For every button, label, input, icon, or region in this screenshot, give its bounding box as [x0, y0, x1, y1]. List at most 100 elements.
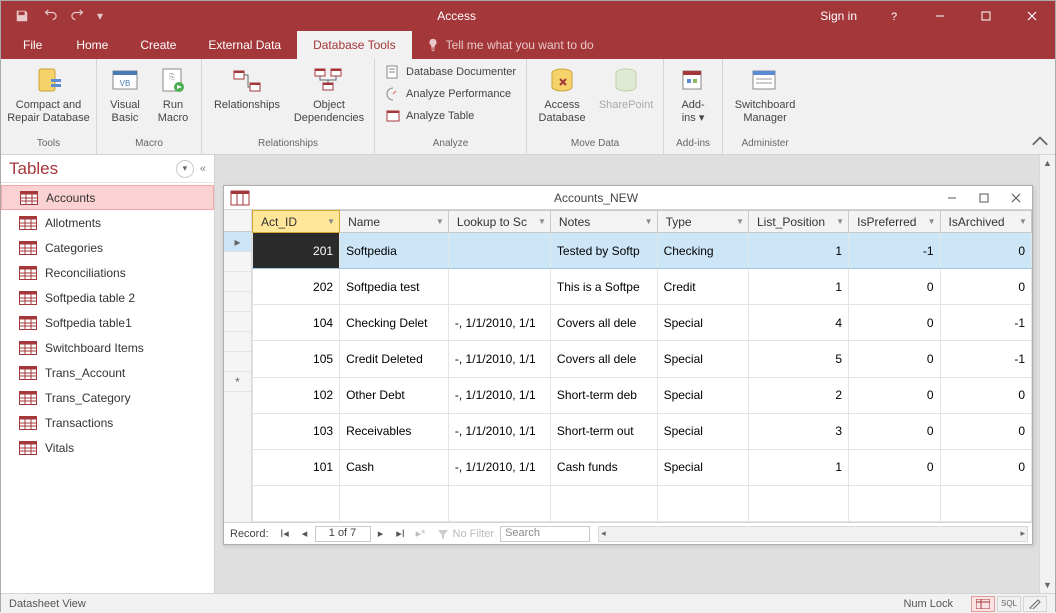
cell[interactable]	[849, 485, 940, 521]
sharepoint-button[interactable]: SharePoint	[595, 61, 657, 112]
column-dropdown-icon[interactable]: ▼	[834, 215, 846, 227]
column-header-ispreferred[interactable]: IsPreferred▼	[849, 211, 940, 233]
cell[interactable]: 2	[748, 377, 848, 413]
cell[interactable]: 201	[253, 233, 340, 269]
nav-item-reconciliations[interactable]: Reconciliations	[1, 260, 214, 285]
access-database-button[interactable]: Access Database	[533, 61, 591, 124]
object-dependencies-button[interactable]: Object Dependencies	[290, 61, 368, 124]
cell[interactable]: Checking	[657, 233, 748, 269]
table-row[interactable]: 202Softpedia test This is a SoftpeCredit1…	[253, 269, 1032, 305]
cell[interactable]: 102	[253, 377, 340, 413]
horizontal-scrollbar[interactable]: ◂▸	[598, 526, 1028, 542]
cell[interactable]: 0	[849, 341, 940, 377]
cell[interactable]	[448, 233, 550, 269]
nav-filter-dropdown[interactable]: ▾	[176, 160, 194, 178]
qat-dropdown-icon[interactable]: ▾	[93, 3, 107, 29]
column-header-notes[interactable]: Notes▼	[550, 211, 657, 233]
nav-collapse-button[interactable]: «	[200, 163, 206, 175]
cell[interactable]: 103	[253, 413, 340, 449]
cell[interactable]: Covers all dele	[550, 305, 657, 341]
cell[interactable]: 4	[748, 305, 848, 341]
analyze-table-button[interactable]: Analyze Table	[381, 105, 520, 127]
cell[interactable]: Other Debt	[340, 377, 449, 413]
cell[interactable]: Receivables	[340, 413, 449, 449]
cell[interactable]: -, 1/1/2010, 1/1	[448, 449, 550, 485]
cell[interactable]: 0	[940, 269, 1031, 305]
cell[interactable]: Softpedia	[340, 233, 449, 269]
cell[interactable]: 0	[940, 233, 1031, 269]
cell[interactable]: -1	[849, 233, 940, 269]
column-header-type[interactable]: Type▼	[657, 211, 748, 233]
run-macro-button[interactable]: ⎘ Run Macro	[151, 61, 195, 124]
cell[interactable]: Special	[657, 413, 748, 449]
cell[interactable]	[550, 485, 657, 521]
cell[interactable]: Short-term out	[550, 413, 657, 449]
row-selector[interactable]: ▸	[224, 232, 251, 252]
cell[interactable]	[748, 485, 848, 521]
cell[interactable]: 202	[253, 269, 340, 305]
row-selector[interactable]	[224, 252, 251, 272]
row-selector[interactable]	[224, 312, 251, 332]
scroll-down-icon[interactable]: ▼	[1040, 577, 1055, 593]
column-header-isarchived[interactable]: IsArchived▼	[940, 211, 1031, 233]
record-position[interactable]: 1 of 7	[315, 526, 371, 542]
table-row[interactable]: 102Other Debt-, 1/1/2010, 1/1Short-term …	[253, 377, 1032, 413]
cell[interactable]: This is a Softpe	[550, 269, 657, 305]
table-row[interactable]: 105Credit Deleted-, 1/1/2010, 1/1Covers …	[253, 341, 1032, 377]
analyze-performance-button[interactable]: Analyze Performance	[381, 83, 520, 105]
row-selector[interactable]	[224, 332, 251, 352]
nav-item-trans-category[interactable]: Trans_Category	[1, 385, 214, 410]
cell[interactable]: 3	[748, 413, 848, 449]
table-row[interactable]: 103Receivables-, 1/1/2010, 1/1Short-term…	[253, 413, 1032, 449]
add-ins-button[interactable]: Add- ins ▾	[670, 61, 716, 124]
cell[interactable]: 105	[253, 341, 340, 377]
compact-repair-button[interactable]: Compact and Repair Database	[7, 61, 90, 124]
redo-icon[interactable]	[65, 3, 91, 29]
cell[interactable]: Softpedia test	[340, 269, 449, 305]
column-dropdown-icon[interactable]: ▼	[643, 215, 655, 227]
column-dropdown-icon[interactable]: ▼	[536, 215, 548, 227]
cell[interactable]: 104	[253, 305, 340, 341]
maximize-button[interactable]	[963, 1, 1009, 31]
close-button[interactable]	[1009, 1, 1055, 31]
cell[interactable]	[940, 485, 1031, 521]
cell[interactable]: -1	[940, 305, 1031, 341]
column-dropdown-icon[interactable]: ▼	[926, 215, 938, 227]
cell[interactable]	[448, 485, 550, 521]
record-next-button[interactable]: ▸	[371, 525, 391, 543]
nav-item-allotments[interactable]: Allotments	[1, 210, 214, 235]
cell[interactable]: 0	[940, 377, 1031, 413]
tab-file[interactable]: File	[5, 31, 60, 59]
cell[interactable]: 101	[253, 449, 340, 485]
filter-toggle[interactable]: No Filter	[431, 528, 501, 540]
cell[interactable]: Tested by Softp	[550, 233, 657, 269]
nav-item-switchboard-items[interactable]: Switchboard Items	[1, 335, 214, 360]
cell[interactable]: -, 1/1/2010, 1/1	[448, 377, 550, 413]
cell[interactable]: Checking Delet	[340, 305, 449, 341]
tell-me-search[interactable]: Tell me what you want to do	[412, 31, 594, 59]
collapse-ribbon-button[interactable]	[1031, 135, 1049, 151]
nav-item-transactions[interactable]: Transactions	[1, 410, 214, 435]
cell[interactable]: Special	[657, 449, 748, 485]
cell[interactable]: -, 1/1/2010, 1/1	[448, 341, 550, 377]
cell[interactable]: Special	[657, 377, 748, 413]
column-header-act-id[interactable]: Act_ID▼	[253, 211, 340, 233]
undo-icon[interactable]	[37, 3, 63, 29]
cell[interactable]: 1	[748, 269, 848, 305]
tab-create[interactable]: Create	[124, 31, 192, 59]
nav-item-accounts[interactable]: Accounts	[1, 185, 214, 210]
help-button[interactable]: ?	[871, 1, 917, 31]
cell[interactable]: Credit	[657, 269, 748, 305]
relationships-button[interactable]: Relationships	[208, 61, 286, 112]
cell[interactable]: 1	[748, 449, 848, 485]
column-dropdown-icon[interactable]: ▼	[325, 215, 337, 227]
cell[interactable]: Special	[657, 341, 748, 377]
tab-external-data[interactable]: External Data	[192, 31, 297, 59]
subwindow-minimize-button[interactable]	[936, 186, 968, 210]
cell[interactable]: 0	[849, 449, 940, 485]
cell[interactable]: Credit Deleted	[340, 341, 449, 377]
cell[interactable]: -, 1/1/2010, 1/1	[448, 305, 550, 341]
row-selector[interactable]	[224, 272, 251, 292]
save-icon[interactable]	[9, 3, 35, 29]
cell[interactable]: 0	[849, 413, 940, 449]
